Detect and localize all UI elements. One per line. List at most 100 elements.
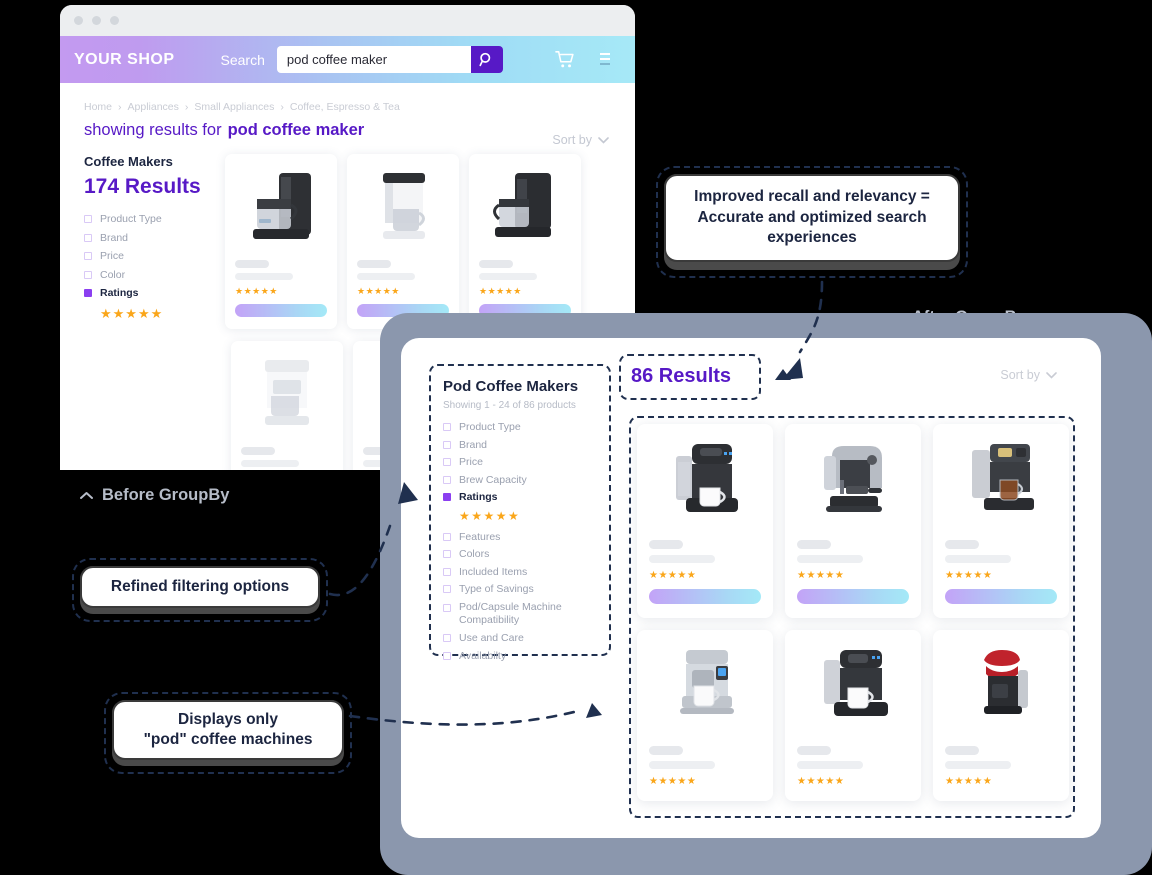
screenshot-root: Before GroupBy After GroupBy YOUR SHOP S…	[0, 0, 1152, 875]
add-to-cart-button[interactable]	[797, 589, 909, 604]
hamburger-menu-icon[interactable]	[597, 52, 613, 67]
filter-brew-capacity[interactable]: Brew Capacity	[443, 474, 611, 486]
window-dot-close[interactable]	[74, 16, 83, 25]
product-card[interactable]: ★★★★★	[225, 154, 337, 329]
filter-label: Brand	[459, 438, 488, 451]
checkbox-icon[interactable]	[84, 270, 92, 279]
add-to-cart-button[interactable]	[649, 589, 761, 604]
filter-ratings[interactable]: Ratings	[443, 491, 611, 503]
black-keurig-pod-machine-with-mug-image	[649, 438, 761, 530]
chevron-down-icon	[598, 136, 609, 144]
add-to-cart-button[interactable]	[945, 589, 1057, 604]
filter-ratings[interactable]: Ratings	[84, 287, 219, 299]
filter-included-items[interactable]: Included Items	[443, 566, 611, 578]
filter-label: Pod/Capsule Machine Compatibility	[459, 600, 562, 626]
checkbox-checked-icon[interactable]	[84, 289, 92, 297]
filter-label: Product Type	[100, 213, 162, 225]
title-placeholder	[945, 746, 979, 755]
card-rating-stars: ★★★★★	[945, 776, 993, 787]
black-keurig-with-glass-mug-image	[945, 438, 1057, 530]
checkbox-icon[interactable]	[84, 215, 92, 223]
card-rating-stars: ★★★★★	[797, 776, 845, 787]
rating-stars[interactable]: ★★★★★	[100, 306, 219, 322]
search-button[interactable]	[470, 46, 503, 73]
add-to-cart-button[interactable]	[235, 304, 327, 317]
rating-stars-after[interactable]: ★★★★★	[459, 509, 611, 523]
checkbox-icon[interactable]	[443, 440, 451, 449]
breadcrumb-item-3[interactable]: Coffee, Espresso & Tea	[290, 101, 400, 113]
filter-label: Price	[100, 250, 124, 262]
filter-list-after: Product Type Brand Price Brew Capacity R…	[429, 411, 611, 662]
search-input[interactable]	[276, 46, 471, 73]
filter-use-and-care[interactable]: Use and Care	[443, 632, 611, 644]
product-card[interactable]	[231, 341, 343, 470]
checkbox-icon[interactable]	[443, 634, 451, 643]
filter-product-type[interactable]: Product Type	[84, 213, 219, 225]
filter-price[interactable]: Price	[84, 250, 219, 262]
window-dot-minimize[interactable]	[92, 16, 101, 25]
filter-label: Ratings	[100, 287, 139, 299]
filter-color[interactable]: Color	[84, 269, 219, 281]
window-dot-maximize[interactable]	[110, 16, 119, 25]
checkbox-icon[interactable]	[443, 550, 451, 558]
callout-text-top: Improved recall and relevancy = Accurate…	[664, 174, 960, 262]
filter-availability[interactable]: Availabilty	[443, 650, 611, 662]
shop-header: YOUR SHOP Search	[60, 36, 635, 83]
breadcrumb-sep: ›	[280, 101, 284, 113]
checkbox-icon[interactable]	[443, 567, 451, 576]
white-drip-coffee-maker-image	[357, 166, 449, 252]
checkbox-icon[interactable]	[443, 603, 451, 612]
callout-improved-recall: Improved recall and relevancy = Accurate…	[656, 166, 968, 278]
desc-placeholder	[945, 761, 1011, 769]
title-placeholder	[945, 540, 979, 549]
breadcrumb-item-2[interactable]: Small Appliances	[194, 101, 274, 113]
product-card[interactable]: ★★★★★	[637, 630, 773, 801]
product-card[interactable]: ★★★★★	[785, 424, 921, 618]
breadcrumb-sep: ›	[184, 101, 189, 113]
desc-placeholder	[797, 761, 863, 769]
checkbox-icon[interactable]	[443, 458, 451, 466]
checkbox-icon[interactable]	[84, 252, 92, 260]
filter-label: Ratings	[459, 491, 498, 503]
filter-label: Brew Capacity	[459, 473, 527, 486]
product-card[interactable]: ★★★★★	[469, 154, 581, 329]
sidebar-subtitle: Showing 1 - 24 of 86 products	[443, 400, 576, 411]
checkbox-icon[interactable]	[443, 475, 451, 484]
product-grid-before: ★★★★★ ★★★★★ ★★★★★	[219, 154, 581, 329]
filter-brand[interactable]: Brand	[443, 439, 611, 451]
filter-features[interactable]: Features	[443, 531, 611, 543]
desc-placeholder	[357, 273, 415, 280]
filter-type-of-savings[interactable]: Type of Savings	[443, 583, 611, 595]
filter-label: Availabilty	[459, 649, 507, 662]
silver-mini-pod-brewer-image	[649, 644, 761, 736]
filter-label: Brand	[100, 231, 129, 244]
desc-placeholder	[797, 555, 863, 563]
product-card[interactable]: ★★★★★	[637, 424, 773, 618]
checkbox-icon[interactable]	[443, 651, 451, 660]
filter-product-type[interactable]: Product Type	[443, 421, 611, 433]
card-rating-stars: ★★★★★	[649, 776, 697, 787]
window-before-body: Coffee Makers 174 Results Product Type B…	[60, 140, 635, 329]
filter-brand[interactable]: Brand	[84, 232, 219, 244]
checkbox-icon[interactable]	[443, 532, 451, 541]
filter-price[interactable]: Price	[443, 456, 611, 468]
breadcrumb-item-0[interactable]: Home	[84, 101, 112, 113]
chevron-down-icon	[1046, 371, 1057, 379]
breadcrumb-item-1[interactable]: Appliances	[128, 101, 179, 113]
product-card[interactable]: ★★★★★	[933, 424, 1069, 618]
filter-pod-capsule-compatibility[interactable]: Pod/Capsule Machine Compatibility	[443, 601, 611, 627]
filter-colors[interactable]: Colors	[443, 548, 611, 560]
sort-by-control-before[interactable]: Sort by	[552, 133, 609, 147]
checkbox-icon[interactable]	[443, 585, 451, 593]
callout-text-refined: Refined filtering options	[80, 566, 320, 608]
product-card[interactable]: ★★★★★	[933, 630, 1069, 801]
checkbox-checked-icon[interactable]	[443, 493, 451, 501]
product-card[interactable]: ★★★★★	[785, 630, 921, 801]
title-placeholder	[235, 260, 269, 268]
brand-logo[interactable]: YOUR SHOP	[74, 51, 175, 69]
product-card[interactable]: ★★★★★	[347, 154, 459, 329]
shopping-cart-icon[interactable]	[555, 50, 575, 69]
checkbox-icon[interactable]	[443, 423, 451, 431]
sort-by-control-after[interactable]: Sort by	[1000, 368, 1057, 382]
checkbox-icon[interactable]	[84, 233, 92, 242]
